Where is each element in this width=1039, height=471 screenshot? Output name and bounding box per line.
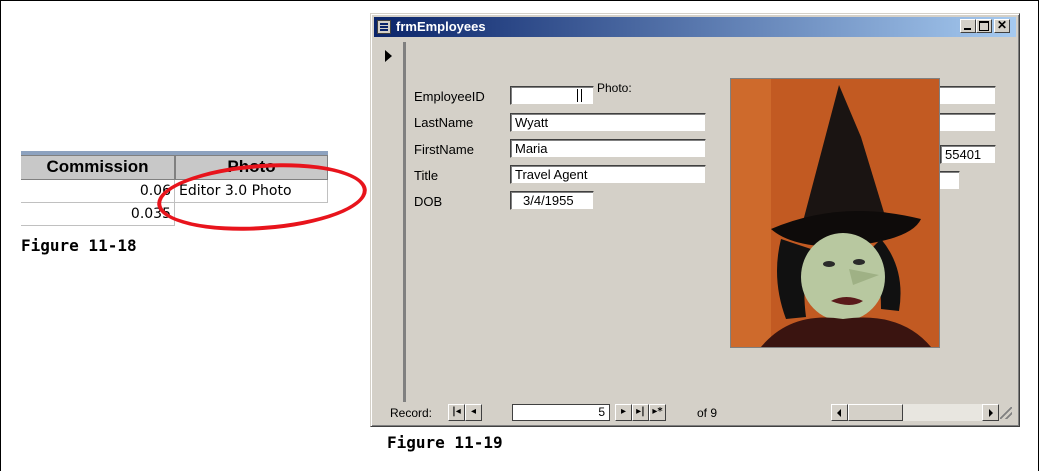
first-record-button[interactable]: |◂ [448,404,465,421]
record-count: of 9 [697,406,718,420]
scroll-left-icon [837,409,841,417]
portrait-drawing [731,79,939,347]
last-name-field[interactable]: Wyatt [510,113,706,132]
cell-commission[interactable]: 0.035 [21,203,175,226]
title-label: Title [414,168,439,183]
next-record-button[interactable]: ▸ [615,404,632,421]
text-cursor [577,89,582,102]
witch-portrait-image [730,78,940,348]
record-selector[interactable] [376,42,404,402]
new-record-button[interactable]: ▸* [649,404,666,421]
new-record-icon: ▸* [652,406,663,417]
first-record-icon: |◂ [452,406,461,417]
first-name-field[interactable]: Maria [510,139,706,158]
zip-field[interactable]: 55401 [940,145,996,164]
scroll-right-icon [989,409,993,417]
column-header-commission[interactable]: Commission [21,155,175,180]
record-label: Record: [390,406,433,420]
hidden-field[interactable] [936,113,996,132]
close-icon: ✕ [996,18,1008,32]
hidden-field[interactable] [936,86,996,105]
current-record-arrow-icon [385,50,392,62]
title-bar[interactable]: frmEmployees ✕ [374,17,1016,37]
figure-caption: Figure 11-18 [21,236,137,255]
previous-record-button[interactable]: ◂ [465,404,482,421]
form-icon [377,20,391,34]
next-record-icon: ▸ [620,406,627,417]
horizontal-scrollbar[interactable] [831,404,999,421]
figure-caption: Figure 11-19 [387,433,503,452]
resize-grip-icon[interactable] [1000,407,1012,419]
window-title: frmEmployees [396,19,486,34]
close-button[interactable]: ✕ [994,19,1010,33]
record-number-input[interactable]: 5 [512,404,610,421]
navigation-bar: Record: |◂ ◂ 5 ▸ ▸| ▸* of 9 [376,402,1016,423]
cell-commission[interactable]: 0.06 [21,180,175,203]
last-record-button[interactable]: ▸| [632,404,649,421]
last-record-icon: ▸| [636,406,645,417]
maximize-button[interactable] [976,19,992,33]
scroll-thumb[interactable] [848,404,903,421]
title-field[interactable]: Travel Agent [510,165,706,184]
dob-field[interactable]: 3/4/1955 [510,191,594,210]
first-name-label: FirstName [414,142,474,157]
scroll-left-button[interactable] [831,404,848,421]
dob-label: DOB [414,194,443,209]
employee-id-field[interactable] [510,86,594,105]
employee-id-label: EmployeeID [414,89,485,104]
scroll-right-button[interactable] [982,404,999,421]
minimize-button[interactable] [960,19,976,33]
previous-record-icon: ◂ [470,406,477,417]
last-name-label: LastName [414,115,474,130]
photo-label: Photo: [597,81,632,95]
